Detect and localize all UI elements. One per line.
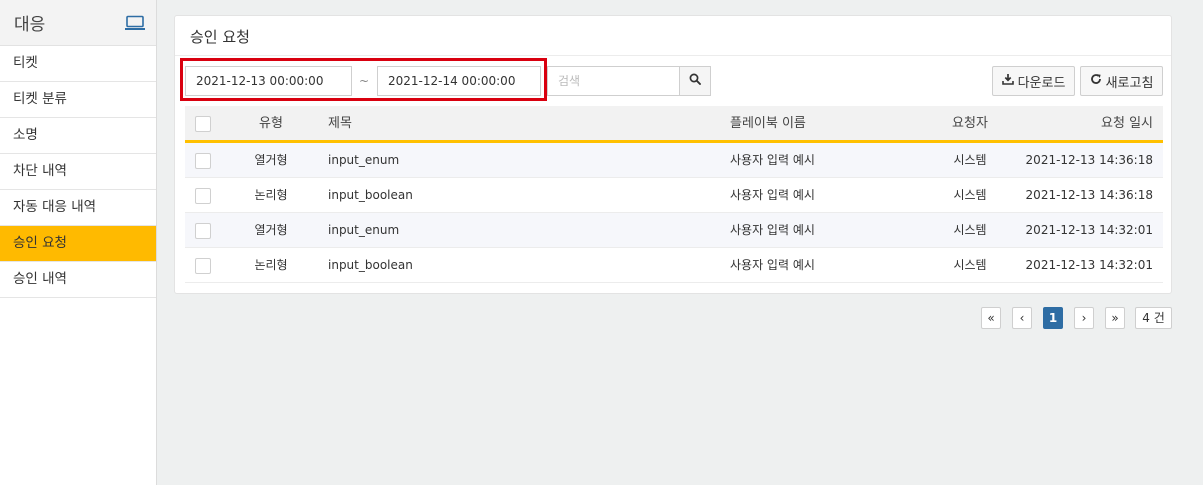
next-page-button[interactable]: › [1074,307,1094,329]
row-date: 2021-12-13 14:36:18 [1025,153,1153,167]
row-requester: 시스템 [953,223,987,237]
search-input[interactable]: 검색 [547,66,679,96]
row-requester: 시스템 [953,153,987,167]
row-title: input_boolean [328,258,413,272]
table-row[interactable]: 논리형 input_boolean 사용자 입력 예시 시스템 2021-12-… [185,248,1163,283]
row-title: input_enum [328,153,400,167]
page-title: 승인 요청 [190,28,250,46]
sidebar-item-ticket[interactable]: 티켓 [0,46,156,82]
sidebar-item-explanation[interactable]: 소명 [0,118,156,154]
last-page-button[interactable]: » [1105,307,1125,329]
row-playbook: 사용자 입력 예시 [730,258,815,272]
start-date-input[interactable]: 2021-12-13 00:00:00 [185,66,352,96]
row-requester: 시스템 [953,258,987,272]
sidebar-item-auto-response-history[interactable]: 자동 대응 내역 [0,190,156,226]
row-playbook: 사용자 입력 예시 [730,188,815,202]
download-button[interactable]: 다운로드 [992,66,1075,96]
sidebar-item-ticket-category[interactable]: 티켓 분류 [0,82,156,118]
end-date-input[interactable]: 2021-12-14 00:00:00 [377,66,541,96]
column-header-requester[interactable]: 요청자 [925,106,1015,141]
column-header-date[interactable]: 요청 일시 [1025,106,1153,141]
sidebar-title: 대응 [14,15,46,35]
search-icon [689,73,701,89]
sidebar-item-approval-request[interactable]: 승인 요청 [0,226,156,262]
column-header-playbook[interactable]: 플레이북 이름 [730,106,806,141]
table-row[interactable]: 논리형 input_boolean 사용자 입력 예시 시스템 2021-12-… [185,178,1163,213]
table-row[interactable]: 열거형 input_enum 사용자 입력 예시 시스템 2021-12-13 … [185,143,1163,178]
refresh-icon [1090,73,1102,89]
row-title: input_enum [328,223,400,237]
panel-header: 승인 요청 [175,16,1171,56]
download-label: 다운로드 [1017,75,1066,91]
sidebar-item-approval-history[interactable]: 승인 내역 [0,262,156,298]
download-icon [1001,73,1014,89]
row-playbook: 사용자 입력 예시 [730,223,815,237]
row-date: 2021-12-13 14:32:01 [1025,223,1153,237]
page-1-button[interactable]: 1 [1043,307,1063,329]
row-date: 2021-12-13 14:36:18 [1025,188,1153,202]
row-playbook: 사용자 입력 예시 [730,153,815,167]
sidebar-item-block-history[interactable]: 차단 내역 [0,154,156,190]
first-page-button[interactable]: « [981,307,1001,329]
approval-request-table: 유형 제목 플레이북 이름 요청자 요청 일시 열거형 input_enum 사… [185,106,1163,283]
table-row[interactable]: 열거형 input_enum 사용자 입력 예시 시스템 2021-12-13 … [185,213,1163,248]
prev-page-button[interactable]: ‹ [1012,307,1032,329]
search-button[interactable] [679,66,711,96]
date-range-separator: ~ [359,74,370,88]
filter-toolbar: 2021-12-13 00:00:00 ~ 2021-12-14 00:00:0… [175,58,1171,101]
sidebar: 대응 티켓 티켓 분류 소명 차단 내역 자동 대응 내역 승인 요청 승인 내… [0,0,157,485]
column-header-title[interactable]: 제목 [328,106,352,141]
refresh-label: 새로고침 [1105,75,1154,91]
row-requester: 시스템 [953,188,987,202]
total-count: 4 건 [1135,307,1172,329]
refresh-button[interactable]: 새로고침 [1080,66,1163,96]
row-title: input_boolean [328,188,413,202]
approval-request-panel: 승인 요청 2021-12-13 00:00:00 ~ 2021-12-14 0… [174,15,1172,294]
sidebar-header: 대응 [0,0,156,46]
laptop-icon[interactable] [124,15,146,31]
row-date: 2021-12-13 14:32:01 [1025,258,1153,272]
table-header: 유형 제목 플레이북 이름 요청자 요청 일시 [185,106,1163,143]
